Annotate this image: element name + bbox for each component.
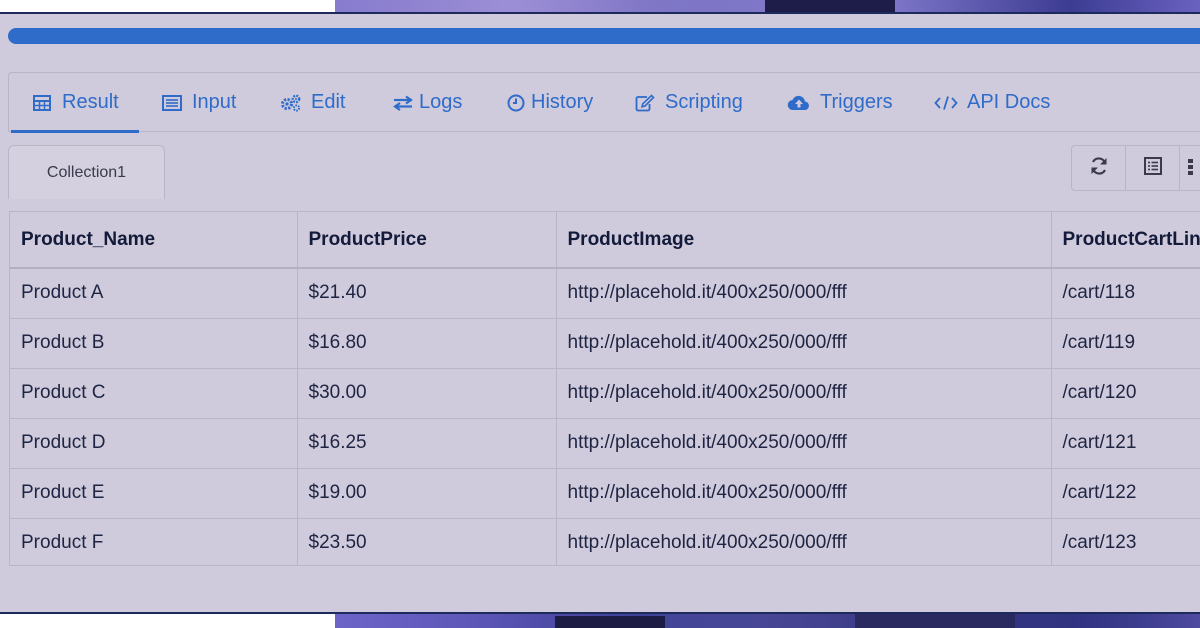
- table-cell: $30.00: [297, 368, 557, 419]
- table-cell: http://placehold.it/400x250/000/fff: [556, 518, 1052, 565]
- table-cell: Product C: [10, 368, 298, 419]
- table-cell: $16.25: [297, 418, 557, 469]
- collection-tab[interactable]: Collection1: [8, 145, 165, 199]
- cloud-upload-icon: [787, 93, 811, 113]
- tab-api-docs[interactable]: API Docs: [934, 73, 1050, 132]
- list-view-icon: [1143, 156, 1163, 181]
- column-header[interactable]: ProductPrice: [297, 212, 557, 269]
- tab-label: Result: [62, 91, 119, 113]
- refresh-button[interactable]: [1072, 146, 1126, 190]
- table-row: Product B $16.80 http://placehold.it/400…: [10, 318, 1200, 369]
- progress-fill: [8, 28, 1200, 44]
- table-cell: $19.00: [297, 468, 557, 519]
- table-cell: /cart/122: [1051, 468, 1200, 519]
- list-view-button[interactable]: [1126, 146, 1180, 190]
- table-icon: [31, 93, 53, 113]
- code-icon: [934, 93, 958, 113]
- collection-tab-label: Collection1: [46, 163, 127, 181]
- table-cell: http://placehold.it/400x250/000/fff: [556, 268, 1052, 319]
- table-row: Product D $16.25 http://placehold.it/400…: [10, 418, 1200, 469]
- table-cell: $21.40: [297, 268, 557, 319]
- table-cell: Product B: [10, 318, 298, 369]
- edit-icon: [634, 93, 656, 113]
- tab-result[interactable]: Result: [11, 73, 139, 133]
- tab-label: API Docs: [967, 91, 1051, 113]
- table-cell: /cart/120: [1051, 368, 1200, 419]
- table-cell: $16.80: [297, 318, 557, 369]
- clock-icon: [505, 93, 527, 113]
- table-row: Product F $23.50 http://placehold.it/400…: [10, 518, 1200, 565]
- table-cell: http://placehold.it/400x250/000/fff: [556, 468, 1052, 519]
- table-header-row: Product_Name ProductPrice ProductImage P…: [10, 212, 1200, 269]
- table-row: Product A $21.40 http://placehold.it/400…: [10, 268, 1200, 319]
- table-cell: Product D: [10, 418, 298, 469]
- panel-footer: [0, 566, 1200, 612]
- progress-bar: [8, 28, 1200, 44]
- tab-edit[interactable]: Edit: [280, 73, 345, 132]
- table-row: Product C $30.00 http://placehold.it/400…: [10, 368, 1200, 419]
- tab-scripting[interactable]: Scripting: [634, 73, 743, 132]
- table-cell: Product F: [10, 518, 298, 565]
- exchange-icon: [392, 93, 414, 113]
- result-panel: Result Input Edit Logs History Scripting…: [0, 12, 1200, 614]
- tab-bar: Result Input Edit Logs History Scripting…: [8, 72, 1200, 133]
- background-shape: [555, 616, 665, 628]
- tab-label: Input: [192, 91, 237, 113]
- tab-triggers[interactable]: Triggers: [787, 73, 893, 132]
- tab-logs[interactable]: Logs: [392, 73, 462, 132]
- table-cell: /cart/119: [1051, 318, 1200, 369]
- gears-icon: [280, 93, 302, 113]
- table-cell: Product A: [10, 268, 298, 319]
- table-row: Product E $19.00 http://placehold.it/400…: [10, 468, 1200, 519]
- tab-label: Edit: [311, 91, 346, 113]
- menu-button[interactable]: [1180, 146, 1200, 190]
- table-cell: http://placehold.it/400x250/000/fff: [556, 418, 1052, 469]
- background-shape: [855, 614, 1015, 628]
- result-table: Product_Name ProductPrice ProductImage P…: [9, 211, 1200, 566]
- column-header[interactable]: ProductImage: [556, 212, 1052, 269]
- table-cell: /cart/121: [1051, 418, 1200, 469]
- tab-history[interactable]: History: [505, 73, 593, 132]
- menu-dots-icon: [1188, 156, 1198, 181]
- refresh-icon: [1089, 156, 1109, 181]
- tab-label: Triggers: [820, 91, 893, 113]
- table-cell: Product E: [10, 468, 298, 519]
- table-cell: /cart/123: [1051, 518, 1200, 565]
- tab-input[interactable]: Input: [161, 73, 236, 132]
- table-toolbar: [1071, 145, 1200, 191]
- column-header[interactable]: Product_Name: [10, 212, 298, 269]
- tab-label: History: [531, 91, 594, 113]
- tab-label: Logs: [419, 91, 463, 113]
- list-icon: [161, 93, 183, 113]
- tab-label: Scripting: [665, 91, 743, 113]
- table-cell: $23.50: [297, 518, 557, 565]
- table-cell: /cart/118: [1051, 268, 1200, 319]
- table-cell: http://placehold.it/400x250/000/fff: [556, 318, 1052, 369]
- table-cell: http://placehold.it/400x250/000/fff: [556, 368, 1052, 419]
- column-header[interactable]: ProductCartLin: [1051, 212, 1200, 269]
